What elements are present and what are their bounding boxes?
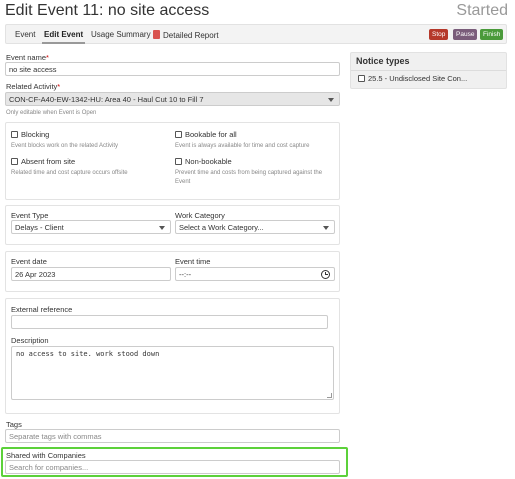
event-time-label: Event time: [175, 257, 211, 266]
required-mark: *: [57, 82, 61, 91]
tab-detailed-report-label: Detailed Report: [163, 31, 219, 40]
blocking-hint: Event blocks work on the related Activit…: [11, 143, 119, 149]
stop-button[interactable]: Stop: [429, 29, 449, 40]
notice-item-label: 25.5 - Undisclosed Site Con...: [368, 74, 468, 83]
pdf-icon: [153, 30, 160, 39]
tags-label: Tags: [6, 420, 22, 429]
page-title: Edit Event 11: no site access: [5, 2, 210, 19]
tab-usage-summary[interactable]: Usage Summary: [91, 30, 151, 39]
chevron-down-icon: [328, 98, 334, 102]
finish-button[interactable]: Finish: [480, 29, 504, 40]
non-bookable-checkbox[interactable]: [175, 158, 182, 165]
tab-event[interactable]: Event: [15, 30, 35, 39]
related-activity-value: CON-CF-A40-EW-1342-HU: Area 40 - Haul Cu…: [9, 95, 204, 104]
notice-checkbox[interactable]: [358, 75, 365, 82]
absent-hint: Related time and cost capture occurs off…: [11, 170, 128, 176]
non-bookable-label: Non-bookable: [185, 157, 232, 166]
notice-divider: [351, 70, 506, 71]
bookable-checkbox[interactable]: [175, 131, 182, 138]
event-name-label-text: Event name: [6, 53, 47, 62]
focus-highlight: [1, 447, 348, 477]
bookable-hint: Event is always available for time and c…: [175, 143, 310, 149]
absent-checkbox[interactable]: [11, 158, 18, 165]
non-bookable-hint: Prevent time and costs from being captur…: [175, 170, 323, 176]
related-activity-select[interactable]: CON-CF-A40-EW-1342-HU: Area 40 - Haul Cu…: [5, 92, 340, 106]
blocking-label: Blocking: [21, 130, 50, 139]
related-activity-hint: Only editable when Event is Open: [6, 110, 97, 116]
event-time-input[interactable]: --:--: [175, 267, 335, 281]
blocking-checkbox[interactable]: [11, 131, 18, 138]
description-label: Description: [11, 336, 49, 345]
non-bookable-hint-2: Event: [175, 179, 191, 185]
required-mark: *: [46, 53, 49, 62]
notice-types-panel: Notice types 25.5 - Undisclosed Site Con…: [350, 52, 507, 89]
event-name-input[interactable]: no site access: [5, 62, 340, 76]
event-type-value: Delays - Client: [15, 223, 64, 232]
chevron-down-icon: [323, 226, 329, 230]
notice-types-title: Notice types: [356, 56, 410, 66]
work-category-value: Select a Work Category...: [179, 223, 264, 232]
event-date-input[interactable]: 26 Apr 2023: [11, 267, 171, 281]
resize-handle-icon[interactable]: [327, 393, 332, 398]
tab-detailed-report[interactable]: Detailed Report: [153, 30, 219, 40]
related-activity-label: Related Activity*: [6, 82, 60, 91]
event-name-label: Event name*: [6, 53, 49, 62]
event-time-value: --:--: [179, 270, 192, 279]
external-reference-label: External reference: [11, 305, 73, 314]
tags-input[interactable]: Separate tags with commas: [5, 429, 340, 443]
absent-label: Absent from site: [21, 157, 76, 166]
pause-button[interactable]: Pause: [453, 29, 478, 40]
event-type-select[interactable]: Delays - Client: [11, 220, 171, 234]
tab-edit-event[interactable]: Edit Event: [41, 30, 86, 44]
event-type-label: Event Type: [11, 211, 49, 220]
toolbar: Event Edit Event Usage Summary Detailed …: [5, 24, 507, 44]
related-activity-label-text: Related Activity: [6, 82, 58, 91]
description-textarea[interactable]: no access to site. work stood down: [11, 346, 334, 400]
external-reference-input[interactable]: [11, 315, 328, 329]
bookable-label: Bookable for all: [185, 130, 237, 139]
work-category-label: Work Category: [175, 211, 225, 220]
description-value: no access to site. work stood down: [16, 350, 160, 358]
chevron-down-icon: [159, 226, 165, 230]
event-date-label: Event date: [11, 257, 47, 266]
work-category-select[interactable]: Select a Work Category...: [175, 220, 335, 234]
status-label: Started: [456, 2, 508, 19]
clock-icon[interactable]: [321, 270, 330, 279]
